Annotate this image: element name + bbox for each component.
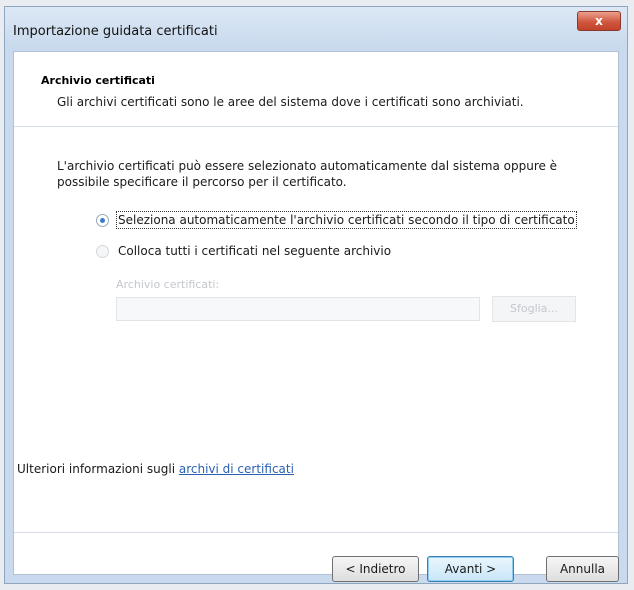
window-title: Importazione guidata certificati <box>13 24 218 39</box>
auto-select-label[interactable]: Seleziona automaticamente l'archivio cer… <box>116 211 577 229</box>
wizard-content: Archivio certificati Gli archivi certifi… <box>13 51 619 582</box>
intro-text: L'archivio certificati può essere selezi… <box>57 159 558 189</box>
radio-unchecked-icon[interactable] <box>96 244 109 258</box>
store-info-link[interactable]: archivi di certificati <box>179 462 294 476</box>
next-button[interactable]: Avanti > <box>427 556 514 582</box>
header-separator <box>14 126 618 127</box>
footer-separator <box>14 532 618 533</box>
store-input[interactable] <box>116 297 480 321</box>
wizard-window: Importazione guidata certificati x Archi… <box>4 6 628 584</box>
page-description: Gli archivi certificati sono le aree del… <box>57 95 524 109</box>
close-icon: x <box>595 14 603 28</box>
radio-checked-icon[interactable] <box>96 213 109 227</box>
browse-button[interactable]: Sfoglia... <box>492 296 576 322</box>
cancel-button[interactable]: Annulla <box>546 556 619 582</box>
auto-select-option[interactable]: Seleziona automaticamente l'archivio cer… <box>96 211 577 229</box>
page-title: Archivio certificati <box>41 74 155 87</box>
info-line: Ulteriori informazioni sugli archivi di … <box>17 462 294 476</box>
back-button[interactable]: < Indietro <box>332 556 419 582</box>
close-button[interactable]: x <box>577 11 621 31</box>
manual-store-option[interactable]: Colloca tutti i certificati nel seguente… <box>96 244 391 258</box>
manual-store-label[interactable]: Colloca tutti i certificati nel seguente… <box>118 244 391 258</box>
info-text: Ulteriori informazioni sugli <box>17 462 179 476</box>
store-field-label: Archivio certificati: <box>116 278 220 291</box>
